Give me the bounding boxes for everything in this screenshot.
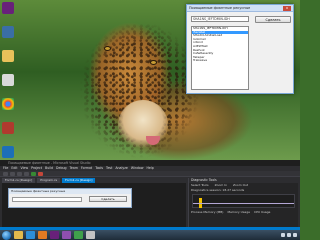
menu-item[interactable]: Window xyxy=(131,166,144,171)
chrome-icon[interactable] xyxy=(2,98,14,110)
inner-form-input[interactable] xyxy=(12,197,82,202)
diag-session: Diagnostics session: 18.27 seconds xyxy=(191,188,245,192)
save-icon[interactable] xyxy=(17,171,22,176)
app-icon[interactable] xyxy=(86,231,95,239)
app-icon[interactable] xyxy=(2,122,14,134)
computer-icon[interactable] xyxy=(2,26,14,38)
menu-item[interactable]: Tools xyxy=(95,166,103,171)
visual-studio-icon[interactable] xyxy=(62,231,71,239)
menu-item[interactable]: Analyze xyxy=(115,166,128,171)
menu-item[interactable]: Team xyxy=(70,166,78,171)
form-designer-preview[interactable]: Поиащаемые фиантные рекусные Сделать xyxy=(8,188,132,208)
leopard-eye-right xyxy=(150,60,157,65)
cpu-usage-tab[interactable]: CPU Usage xyxy=(254,210,270,214)
results-list[interactable]: SHA1NS_IEFTDMIN-IDH iSerabel SHA2CLSInitia… xyxy=(191,26,249,90)
notepad-icon[interactable] xyxy=(2,74,14,86)
undo-icon[interactable] xyxy=(24,171,29,176)
visual-studio-icon[interactable] xyxy=(50,231,59,239)
back-icon[interactable] xyxy=(3,171,8,176)
forward-icon[interactable] xyxy=(10,171,15,176)
leopard-muzzle xyxy=(118,100,168,150)
menu-item[interactable]: Debug xyxy=(56,166,66,171)
vs-editor-area[interactable]: Поиащаемые фиантные рекусные Сделать xyxy=(2,183,186,227)
start-button[interactable] xyxy=(2,230,11,240)
volume-icon[interactable] xyxy=(287,233,291,237)
diagnostic-tools-panel: Diagnostic Tools Select Tools Zoom In Zo… xyxy=(188,178,298,227)
app-icon[interactable] xyxy=(2,146,14,158)
dialog-title: Поиащаемые фиантные рекусные xyxy=(189,6,251,10)
menu-item[interactable]: Project xyxy=(31,166,42,171)
start-debug-icon[interactable] xyxy=(31,171,36,176)
menu-item[interactable]: Help xyxy=(146,166,153,171)
visual-studio-icon[interactable] xyxy=(2,2,14,14)
graph-line xyxy=(193,203,294,204)
explorer-icon[interactable] xyxy=(14,231,23,239)
taskbar xyxy=(0,230,300,240)
system-tray xyxy=(281,233,300,237)
menu-item[interactable]: Test xyxy=(106,166,112,171)
memory-usage-tab[interactable]: Memory Usage xyxy=(227,210,250,214)
process-memory-graph xyxy=(192,194,295,208)
leopard-eye-left xyxy=(104,46,111,51)
visual-studio-window: Поиащаемые фиантные - Microsoft Visual S… xyxy=(0,160,300,230)
stop-icon[interactable] xyxy=(38,171,43,176)
ie-icon[interactable] xyxy=(26,231,35,239)
dialog-titlebar[interactable]: Поиащаемые фиантные рекусные x xyxy=(187,5,293,12)
action-button[interactable]: Сделать xyxy=(255,16,291,23)
menu-item[interactable]: Edit xyxy=(11,166,17,171)
close-icon[interactable]: x xyxy=(283,5,291,11)
inner-form-title: Поиащаемые фиантные рекусные xyxy=(9,189,131,194)
search-input[interactable]: SHA1NS_IEFTDMIN-IDH xyxy=(191,16,249,22)
inner-form-button[interactable]: Сделать xyxy=(89,196,127,202)
diag-tabs: Process Memory (MB) Memory Usage CPU Usa… xyxy=(189,210,298,214)
vs-toolbar xyxy=(0,171,300,177)
search-dialog-window: Поиащаемые фиантные рекусные x SHA1NS_IE… xyxy=(186,4,294,94)
menu-item[interactable]: Build xyxy=(45,166,53,171)
flag-icon[interactable] xyxy=(293,233,297,237)
network-icon[interactable] xyxy=(281,233,285,237)
menu-item[interactable]: File xyxy=(3,166,8,171)
task-manager-icon[interactable] xyxy=(74,231,83,239)
process-memory-label: Process Memory (MB) xyxy=(191,210,224,214)
list-item[interactable]: Trakwave xyxy=(192,59,248,63)
menu-item[interactable]: View xyxy=(21,166,29,171)
folder-icon[interactable] xyxy=(2,50,14,62)
media-player-icon[interactable] xyxy=(38,231,47,239)
menu-item[interactable]: Format xyxy=(81,166,92,171)
